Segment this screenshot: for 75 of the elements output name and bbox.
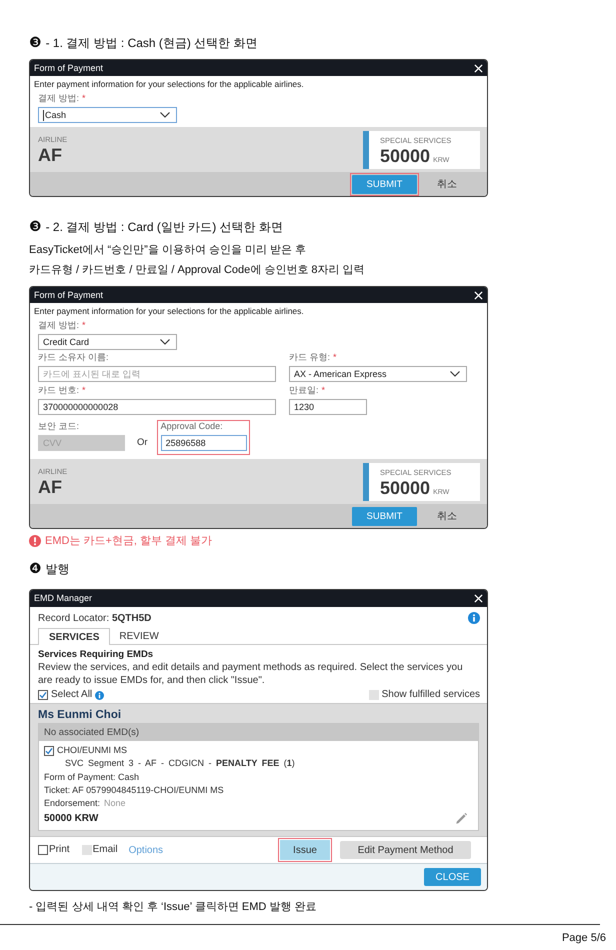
- airline-code: AF: [38, 476, 63, 496]
- required-mark: *: [333, 352, 337, 363]
- pencil-icon[interactable]: [455, 812, 468, 825]
- field-label: 결제 방법:: [38, 93, 80, 104]
- approval-code-field[interactable]: 25896588: [160, 435, 247, 451]
- close-icon[interactable]: [474, 64, 483, 72]
- field-label: 카드 소유자 이름:: [38, 352, 109, 363]
- amount-text: 50000: [380, 146, 430, 166]
- instruction-text: Enter payment information for your selections for the applicable airlines.: [34, 78, 305, 90]
- payment-method-select[interactable]: Credit Card: [38, 334, 177, 350]
- intro-text: EasyTicket에서 “승인만”을 이용하여 승인을 미리 받은 후: [29, 243, 308, 258]
- passenger-name: Ms Eunmi Choi: [38, 708, 122, 722]
- close-icon[interactable]: [474, 290, 483, 300]
- step-number: ❸: [29, 36, 42, 50]
- info-icon[interactable]: [468, 612, 480, 624]
- field-label: 결제 방법:: [38, 320, 80, 331]
- amount-text: 50000 KRW: [44, 812, 98, 825]
- required-mark: *: [82, 320, 86, 331]
- section-heading: - 1. 결제 방법 : Cash (현금) 선택한 화면: [46, 36, 258, 50]
- field-label: 만료일:: [289, 385, 319, 396]
- field-label: Approval Code:: [160, 421, 223, 432]
- cancel-button[interactable]: 취소: [437, 509, 457, 523]
- checkbox[interactable]: [38, 690, 48, 700]
- page-number: Page 5/6: [562, 931, 606, 945]
- field-label: 보안 코드:: [38, 421, 80, 432]
- card-number-field[interactable]: 370000000000028: [38, 399, 276, 415]
- checkbox[interactable]: [38, 845, 48, 855]
- info-icon[interactable]: [95, 690, 104, 700]
- step-number: ❹: [29, 562, 42, 576]
- tab[interactable]: REVIEW: [110, 628, 168, 644]
- checkbox-label: Show fulfilled services: [382, 689, 480, 701]
- airline-code: AF: [38, 144, 63, 164]
- chevron-icon: [160, 112, 170, 118]
- warning-text: EMD는 카드+현금, 할부 결제 불가: [45, 534, 212, 548]
- required-mark: *: [82, 93, 86, 104]
- field-label: 카드 유형:: [289, 352, 330, 363]
- caption-text: - 입력된 상세 내역 확인 후 ‘Issue’ 클릭하면 EMD 발행 완료: [29, 900, 318, 914]
- checkbox-label: Select All: [51, 689, 92, 701]
- passenger-code: CHOI/EUNMI MS: [57, 744, 128, 757]
- secondary-button[interactable]: Edit Payment Method: [340, 841, 471, 859]
- checkbox-label: Email: [92, 844, 118, 856]
- intro-text: 카드유형 / 카드번호 / 만료일 / Approval Code에 승인번호 8자리 입력: [29, 263, 366, 278]
- dialog-title: EMD Manager: [34, 593, 92, 604]
- checkbox-label: Print: [49, 844, 70, 856]
- endorsement-value: None: [104, 797, 126, 810]
- chevron-icon: [160, 339, 170, 345]
- section-heading: - 2. 결제 방법 : Card (일반 카드) 선택한 화면: [46, 220, 283, 234]
- payment-text: Form of Payment: Cash: [44, 771, 140, 784]
- instruction-text: Enter payment information for your selections for the applicable airlines.: [34, 305, 305, 317]
- or-text: Or: [137, 436, 148, 450]
- payment-method-select[interactable]: Cash: [38, 107, 177, 123]
- alert-icon: [29, 535, 41, 547]
- record-locator: Record Locator: 5QTH5D: [38, 612, 152, 624]
- field-label: 카드 번호:: [38, 385, 80, 396]
- expiry-field[interactable]: 1230: [289, 399, 367, 415]
- required-mark: *: [82, 385, 86, 396]
- card-type-select[interactable]: AX - American Express: [289, 366, 467, 382]
- chevron-icon: [450, 371, 460, 377]
- amount-text: 50000: [380, 478, 430, 498]
- close-icon[interactable]: [474, 594, 483, 603]
- required-mark: *: [322, 385, 326, 396]
- section-heading: 발행: [46, 562, 70, 576]
- emd-status-header: No associated EMD(s): [39, 724, 478, 741]
- description-text: Review the services, and edit details and payment methods as required. Select the services you are ready to issue EMDs for, and then click "Issue".: [38, 661, 464, 687]
- dialog-title: Form of Payment: [34, 62, 104, 74]
- checkbox[interactable]: [44, 746, 54, 756]
- ticket-text: Ticket: AF 0579904845119-CHOI/EUNMI MS: [44, 784, 224, 797]
- dialog-title: Form of Payment: [34, 290, 104, 300]
- step-number: ❸: [29, 220, 42, 234]
- section-title: Services Requiring EMDs: [38, 649, 154, 661]
- segment-text: SVC Segment 3 - AF - CDGICN - PENALTY FEE (1): [65, 757, 295, 770]
- endorsement-label: Endorsement:: [44, 797, 100, 810]
- cancel-button[interactable]: 취소: [437, 177, 457, 191]
- primary-button[interactable]: Issue: [280, 840, 330, 860]
- tab[interactable]: SERVICES: [38, 628, 110, 645]
